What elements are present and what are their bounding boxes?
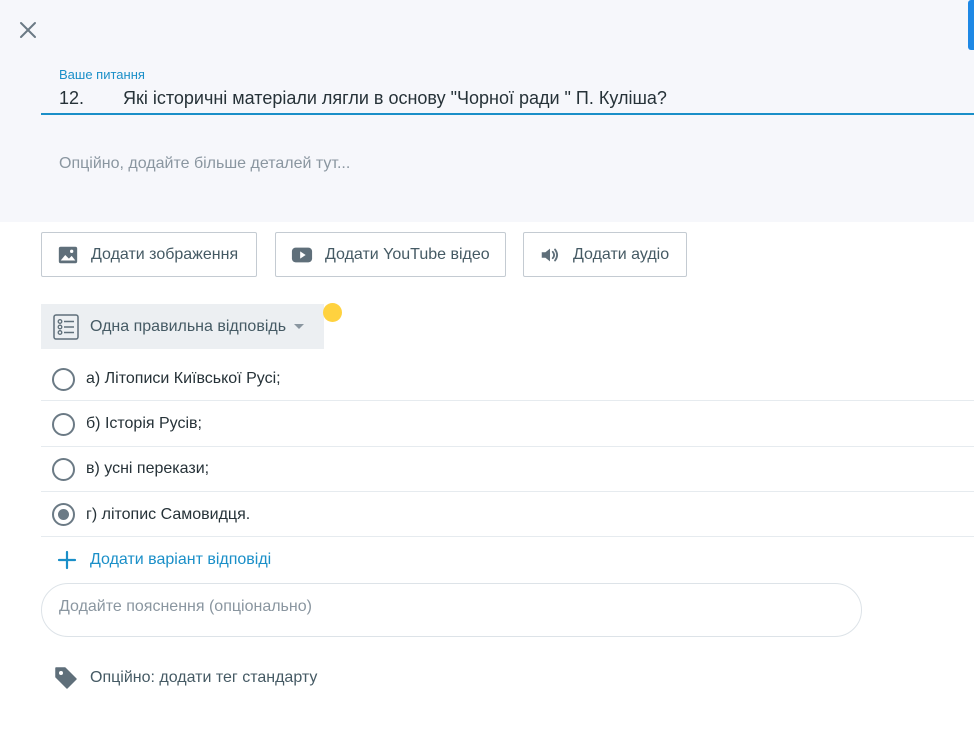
add-image-label: Додати зображення	[91, 245, 239, 263]
radio-button-selected[interactable]	[52, 503, 75, 526]
standard-tag-label: Опційно: додати тег стандарту	[90, 669, 318, 686]
scroll-indicator	[968, 0, 974, 50]
question-input[interactable]: 12. Які історичні матеріали лягли в осно…	[41, 84, 974, 115]
close-icon[interactable]	[16, 18, 40, 42]
question-text: Які історичні матеріали лягли в основу "…	[123, 88, 667, 108]
add-youtube-label: Додати YouTube відео	[325, 245, 490, 263]
radio-button[interactable]	[52, 368, 75, 391]
add-option-button[interactable]: Додати варіант відповіді	[57, 548, 271, 572]
chevron-down-icon	[294, 324, 305, 329]
answer-option[interactable]: а) Літописи Київської Русі;	[41, 356, 974, 401]
add-standard-tag-button[interactable]: Опційно: додати тег стандарту	[53, 664, 317, 692]
question-panel: Ваше питання 12. Які історичні матеріали…	[0, 0, 974, 222]
add-audio-label: Додати аудіо	[573, 245, 670, 263]
tag-icon	[53, 665, 79, 691]
explanation-input[interactable]: Додайте пояснення (опціонально)	[41, 583, 862, 637]
speaker-icon	[539, 244, 561, 266]
radio-button[interactable]	[52, 458, 75, 481]
answer-type-dropdown[interactable]: Одна правильна відповідь	[41, 304, 324, 349]
option-text: б) Історія Русів;	[86, 415, 202, 432]
add-audio-button[interactable]: Додати аудіо	[523, 232, 687, 277]
add-image-button[interactable]: Додати зображення	[41, 232, 257, 277]
radio-button[interactable]	[52, 413, 75, 436]
add-youtube-button[interactable]: Додати YouTube відео	[275, 232, 506, 277]
answer-option[interactable]: г) літопис Самовидця.	[41, 492, 974, 537]
answer-type-label: Одна правильна відповідь	[90, 317, 287, 335]
plus-icon	[57, 550, 77, 570]
add-option-label: Додати варіант відповіді	[90, 551, 272, 568]
option-text: г) літопис Самовидця.	[86, 506, 251, 523]
youtube-icon	[291, 244, 313, 266]
image-icon	[57, 244, 79, 266]
list-icon	[53, 313, 79, 340]
highlight-dot	[323, 303, 342, 322]
details-input[interactable]: Опційно, додайте більше деталей тут...	[59, 155, 350, 173]
question-label: Ваше питання	[59, 67, 145, 82]
answer-option[interactable]: б) Історія Русів;	[41, 402, 974, 447]
answer-option[interactable]: в) усні перекази;	[41, 447, 974, 492]
question-number: 12.	[59, 88, 85, 108]
option-text: в) усні перекази;	[86, 460, 210, 477]
option-text: а) Літописи Київської Русі;	[86, 370, 281, 387]
